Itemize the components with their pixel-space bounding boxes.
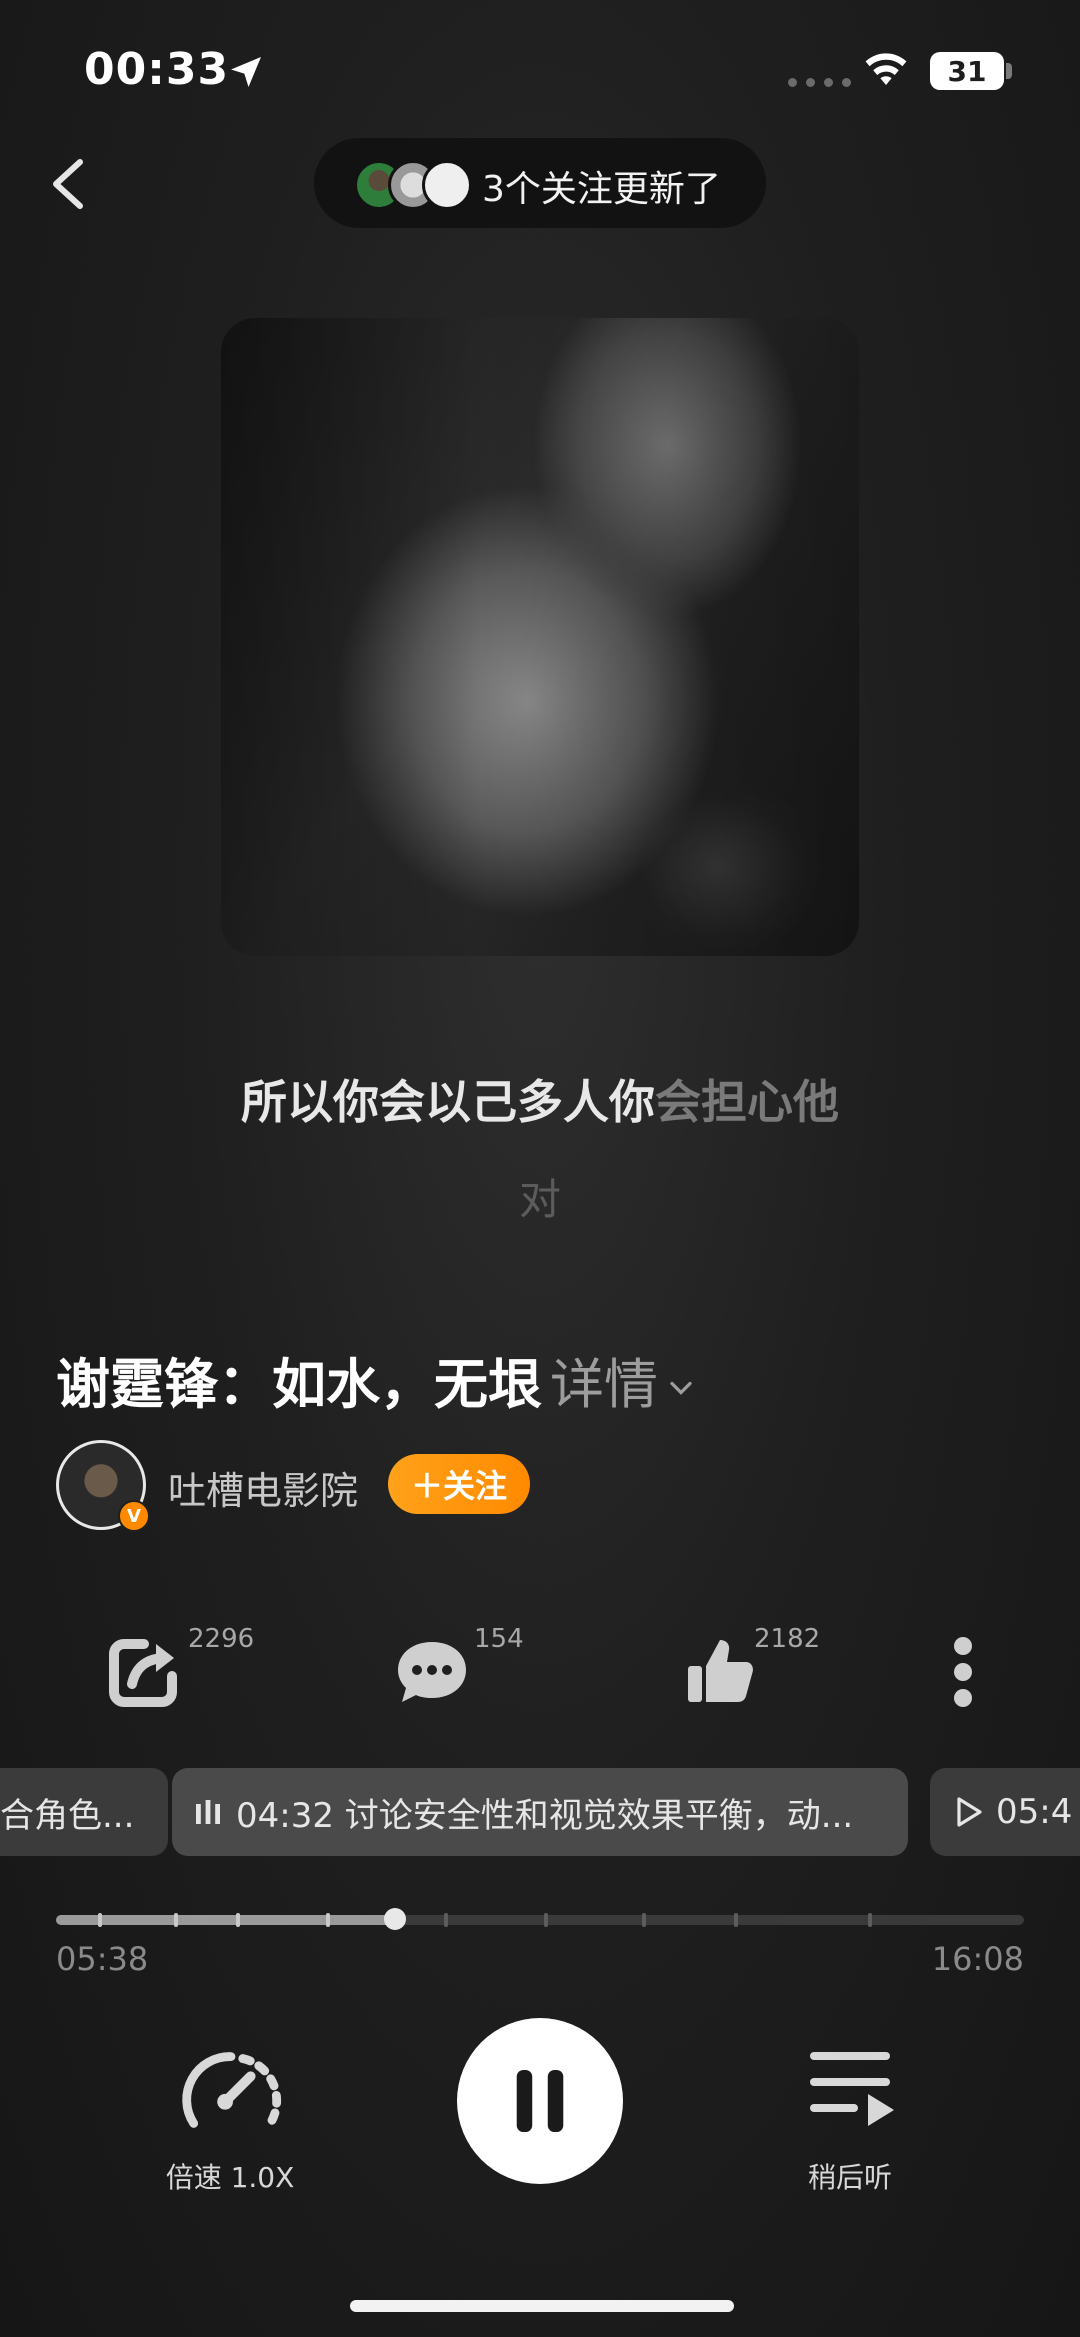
chevron-down-icon[interactable] (666, 1373, 696, 1403)
share-icon[interactable] (104, 1632, 184, 1712)
lyric-line-current: 所以你会以己多人你会担心他 (0, 1066, 1080, 1132)
verified-badge: V (118, 1500, 150, 1532)
lyric-pending-text: 会担心他 (655, 1075, 839, 1129)
chapter-tick (544, 1913, 548, 1927)
chapter-tick (642, 1913, 646, 1927)
chapter-tick (868, 1913, 872, 1927)
chapter-tick (326, 1913, 330, 1927)
chapter-tick (734, 1913, 738, 1927)
chapter-item[interactable]: 05:4 (930, 1768, 1080, 1856)
follow-updates-text: 3个关注更新了 (482, 169, 721, 210)
battery-cap (1006, 63, 1012, 79)
share-count: 2296 (188, 1624, 255, 1654)
author-name[interactable]: 吐槽电影院 (168, 1460, 358, 1515)
chapter-tick (236, 1913, 240, 1927)
progress-fill (56, 1915, 395, 1925)
lyric-active-text: 所以你会以己多人你 (241, 1075, 655, 1129)
chapter-tick (444, 1913, 448, 1927)
wifi-icon (865, 53, 907, 85)
total-time: 16:08 (931, 1940, 1024, 1978)
current-time: 05:38 (56, 1940, 149, 1978)
chapter-tick (98, 1913, 102, 1927)
cover-art (221, 318, 859, 956)
speedometer-icon[interactable] (176, 2040, 286, 2140)
listen-later-label[interactable]: 稍后听 (780, 2156, 920, 2196)
playlist-later-icon[interactable] (806, 2046, 898, 2132)
avatar (422, 160, 472, 210)
signal-dots (788, 78, 851, 87)
like-icon[interactable] (680, 1632, 760, 1712)
playing-bars-icon (196, 1800, 220, 1824)
chapter-label: 05:4 (996, 1792, 1073, 1832)
follow-button[interactable]: ＋关注 (388, 1454, 530, 1514)
chapter-label: 04:32 讨论安全性和视觉效果平衡，动... (236, 1795, 854, 1836)
detail-link[interactable]: 详情 (550, 1353, 696, 1416)
like-count: 2182 (754, 1624, 821, 1654)
location-arrow-icon (231, 57, 261, 87)
detail-label[interactable]: 详情 (550, 1353, 658, 1416)
chapter-label: 合角色... (0, 1795, 135, 1836)
status-time: 00:33 (84, 44, 230, 95)
chapter-item-current[interactable]: 04:32 讨论安全性和视觉效果平衡，动... (172, 1768, 908, 1856)
episode-title: 谢霆锋：如水，无垠 (56, 1353, 542, 1416)
comment-icon[interactable] (392, 1632, 472, 1712)
episode-title-row: 谢霆锋：如水，无垠 详情 (56, 1340, 696, 1419)
chapter-item[interactable]: 合角色... (0, 1768, 168, 1856)
home-indicator[interactable] (350, 2300, 734, 2312)
back-chevron-icon[interactable] (46, 156, 90, 212)
chapter-tick (174, 1913, 178, 1927)
pause-icon (516, 2069, 564, 2133)
speed-label[interactable]: 倍速 1.0X (150, 2156, 310, 2196)
play-icon (957, 1797, 982, 1827)
lyric-line-next: 对 (518, 1175, 561, 1224)
play-pause-button[interactable] (457, 2018, 623, 2184)
progress-thumb[interactable] (384, 1908, 406, 1930)
more-icon[interactable] (948, 1632, 978, 1712)
battery-level: 31 (930, 52, 1004, 90)
comment-count: 154 (474, 1624, 524, 1654)
follow-updates-pill[interactable]: 3个关注更新了 (314, 138, 766, 228)
